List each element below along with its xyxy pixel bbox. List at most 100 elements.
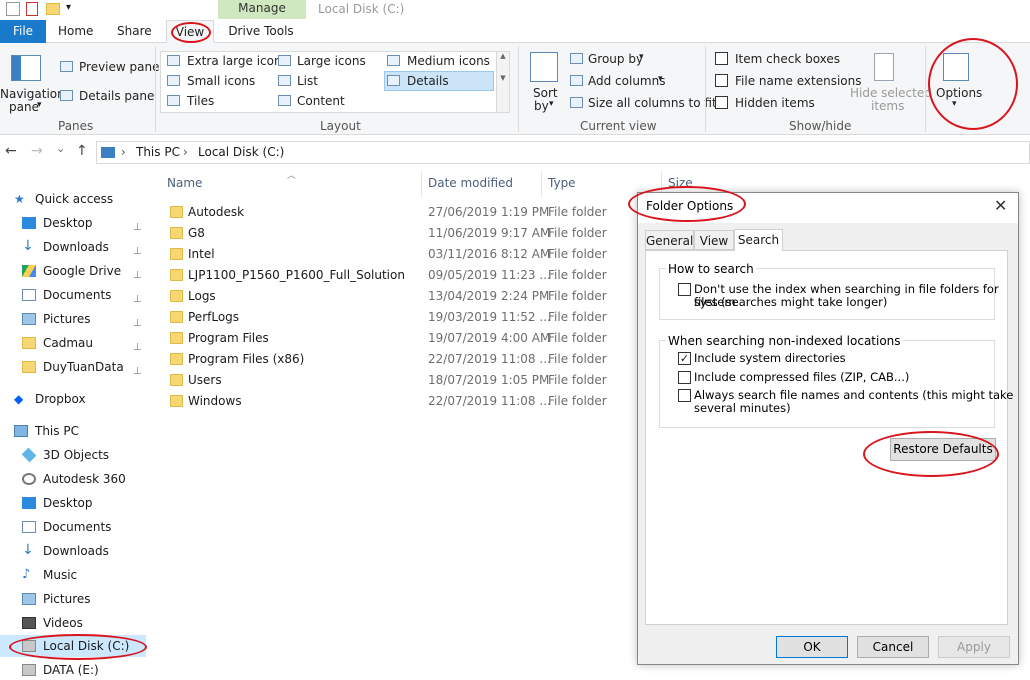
file-name-extensions-checkbox[interactable] (715, 74, 728, 87)
group-by-dropdown-icon[interactable]: ▾ (639, 52, 644, 62)
layout-details[interactable]: Details (407, 74, 449, 88)
breadcrumb-local-disk[interactable]: Local Disk (C:) (198, 145, 284, 159)
manage-tab[interactable]: Manage (218, 0, 306, 19)
nav-item-downloads[interactable]: ↓ Downloads ⊥ (0, 236, 148, 258)
preview-pane-icon[interactable] (60, 61, 73, 72)
include-compressed-label[interactable]: Include compressed files (ZIP, CAB...) (694, 371, 909, 384)
extra-large-icons-icon[interactable] (167, 55, 180, 66)
table-row[interactable]: Logs 13/04/2019 2:24 PM File folder (166, 286, 636, 307)
nav-item-data-e[interactable]: DATA (E:) (0, 659, 148, 680)
include-system-label[interactable]: Include system directories (694, 352, 846, 365)
hide-selected-items-icon[interactable] (874, 53, 894, 81)
tiles-icon[interactable] (167, 95, 180, 106)
tab-drive-tools[interactable]: Drive Tools (228, 20, 294, 43)
table-row[interactable]: Users 18/07/2019 1:05 PM File folder (166, 370, 636, 391)
apply-button[interactable]: Apply (938, 636, 1010, 658)
layout-gallery-scrollbar[interactable]: ▲ ▼ (496, 52, 509, 112)
nav-item-desktop-pc[interactable]: Desktop (0, 492, 148, 514)
cancel-button[interactable]: Cancel (857, 636, 929, 658)
navigation-pane-label-2[interactable]: pane (9, 100, 39, 114)
tab-search[interactable]: Search (734, 229, 783, 251)
nav-quick-access[interactable]: ★ Quick access (0, 188, 148, 210)
quick-access-dropdown-icon[interactable]: ▾ (66, 2, 71, 13)
details-icon[interactable] (387, 75, 400, 86)
sort-by-label[interactable]: Sort (533, 86, 558, 100)
small-icons-icon[interactable] (167, 75, 180, 86)
tab-view-dialog[interactable]: View (694, 230, 734, 250)
back-icon[interactable]: ← (5, 143, 17, 159)
hide-selected-items-label[interactable]: Hide selected (850, 86, 932, 100)
file-name-extensions-label[interactable]: File name extensions (735, 74, 862, 88)
layout-content[interactable]: Content (297, 94, 345, 108)
nav-dropbox[interactable]: ◆ Dropbox (0, 388, 148, 410)
nav-item-3d-objects[interactable]: 3D Objects (0, 444, 148, 466)
nav-item-videos[interactable]: Videos (0, 612, 148, 634)
include-system-checkbox[interactable]: ✓ (678, 352, 691, 365)
column-header-date-modified[interactable]: Date modified (428, 176, 513, 190)
item-check-boxes-checkbox[interactable] (715, 52, 728, 65)
preview-pane-button[interactable]: Preview pane (79, 60, 159, 74)
navigation-pane-dropdown-icon[interactable]: ▾ (37, 100, 42, 110)
add-columns-icon[interactable] (570, 75, 583, 86)
size-columns-icon[interactable] (570, 97, 583, 108)
column-separator[interactable] (541, 171, 542, 197)
tab-share[interactable]: Share (117, 20, 152, 43)
column-separator[interactable] (421, 171, 422, 197)
hidden-items-label[interactable]: Hidden items (735, 96, 815, 110)
table-row[interactable]: LJP1100_P1560_P1600_Full_Solution 09/05/2… (166, 265, 636, 286)
tab-file[interactable]: File (0, 20, 46, 43)
pin-icon[interactable]: ⊥ (133, 361, 142, 383)
item-check-boxes-label[interactable]: Item check boxes (735, 52, 840, 66)
list-icon[interactable] (278, 75, 291, 86)
details-pane-button[interactable]: Details pane (79, 89, 154, 103)
hide-selected-items-label-2[interactable]: items (871, 99, 904, 113)
table-row[interactable]: Program Files 19/07/2019 4:00 AM File fold… (166, 328, 636, 349)
properties-icon[interactable] (26, 2, 38, 16)
nav-item-google-drive[interactable]: Google Drive ⊥ (0, 260, 148, 282)
ok-button[interactable]: OK (776, 636, 848, 658)
large-icons-icon[interactable] (278, 55, 291, 66)
layout-extra-large-icons[interactable]: Extra large icons (187, 54, 288, 68)
breadcrumb-this-pc[interactable]: This PC (136, 145, 180, 159)
sort-by-dropdown-icon[interactable]: ▾ (549, 99, 554, 109)
close-icon[interactable]: ✕ (994, 196, 1007, 215)
layout-large-icons[interactable]: Large icons (297, 54, 366, 68)
nav-item-duytuandata[interactable]: DuyTuanData ⊥ (0, 356, 148, 378)
details-pane-icon[interactable] (60, 90, 73, 101)
dont-use-index-checkbox[interactable] (678, 283, 691, 296)
nav-this-pc[interactable]: This PC (0, 420, 148, 442)
group-by-icon[interactable] (570, 53, 583, 64)
tab-general[interactable]: General (645, 230, 694, 250)
layout-tiles[interactable]: Tiles (187, 94, 214, 108)
column-header-type[interactable]: Type (548, 176, 576, 190)
group-by-button[interactable]: Group by (588, 52, 643, 66)
always-search-checkbox[interactable] (678, 389, 691, 402)
always-search-label-2[interactable]: several minutes) (694, 402, 791, 415)
table-row[interactable]: Intel 03/11/2016 8:12 AM File folder (166, 244, 636, 265)
nav-item-downloads-pc[interactable]: ↓ Downloads (0, 540, 148, 562)
navigation-pane-icon[interactable] (11, 55, 41, 81)
nav-item-pictures-pc[interactable]: Pictures (0, 588, 148, 610)
breadcrumb-sep-icon[interactable]: › (183, 145, 188, 159)
nav-item-pictures[interactable]: Pictures ⊥ (0, 308, 148, 330)
include-compressed-checkbox[interactable] (678, 371, 691, 384)
table-row[interactable]: PerfLogs 19/03/2019 11:52 ... File folder (166, 307, 636, 328)
layout-small-icons[interactable]: Small icons (187, 74, 255, 88)
nav-item-music[interactable]: ♪ Music (0, 564, 148, 586)
sort-by-icon[interactable] (530, 52, 558, 82)
add-columns-button[interactable]: Add columns (588, 74, 665, 88)
nav-item-desktop[interactable]: Desktop ⊥ (0, 212, 148, 234)
forward-icon[interactable]: → (31, 143, 43, 159)
content-icon[interactable] (278, 95, 291, 106)
gallery-scroll-up-icon[interactable]: ▲ (497, 52, 509, 60)
tab-home[interactable]: Home (58, 20, 93, 43)
table-row[interactable]: G8 11/06/2019 9:17 AM File folder (166, 223, 636, 244)
new-folder-icon[interactable] (46, 3, 60, 15)
sort-by-label-2[interactable]: by (534, 99, 549, 113)
gallery-scroll-down-icon[interactable]: ▼ (497, 74, 509, 82)
recent-locations-icon[interactable]: ⌄ (56, 142, 65, 155)
size-all-columns-button[interactable]: Size all columns to fit (588, 96, 717, 110)
table-row[interactable]: Program Files (x86) 22/07/2019 11:08 ... F… (166, 349, 636, 370)
layout-medium-icons[interactable]: Medium icons (407, 54, 490, 68)
table-row[interactable]: Autodesk 27/06/2019 1:19 PM File folder (166, 202, 636, 223)
